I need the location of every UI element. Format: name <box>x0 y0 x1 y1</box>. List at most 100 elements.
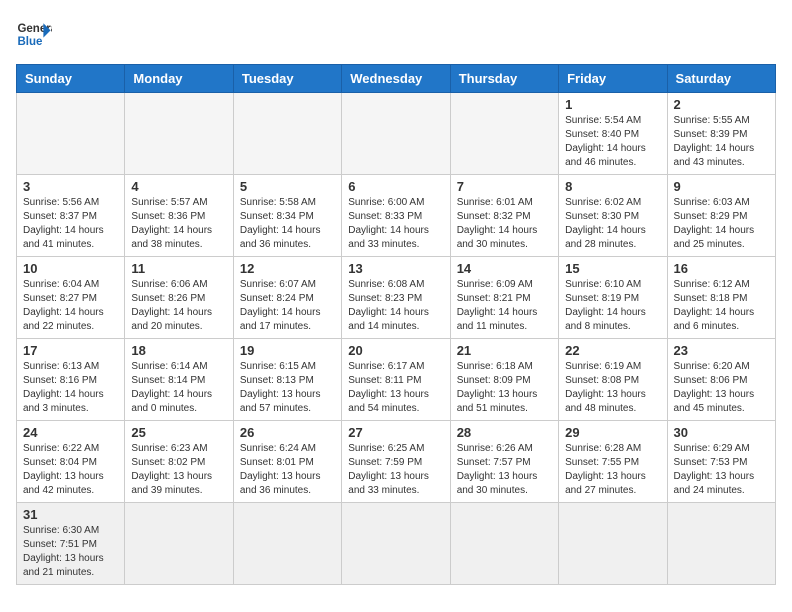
calendar-cell: 28 Sunrise: 6:26 AM Sunset: 7:57 PM Dayli… <box>450 421 558 503</box>
calendar-cell: 8 Sunrise: 6:02 AM Sunset: 8:30 PM Daylig… <box>559 175 667 257</box>
calendar-cell <box>233 503 341 585</box>
day-info: Sunrise: 6:01 AM Sunset: 8:32 PM Dayligh… <box>457 196 552 252</box>
calendar-cell: 21 Sunrise: 6:18 AM Sunset: 8:09 PM Dayli… <box>450 339 558 421</box>
logo-icon: General Blue <box>16 16 52 52</box>
weekday-header-monday: Monday <box>125 65 233 93</box>
calendar-cell: 25 Sunrise: 6:23 AM Sunset: 8:02 PM Dayli… <box>125 421 233 503</box>
day-info: Sunrise: 6:13 AM Sunset: 8:16 PM Dayligh… <box>23 360 118 416</box>
calendar-cell: 2 Sunrise: 5:55 AM Sunset: 8:39 PM Daylig… <box>667 93 775 175</box>
day-number: 9 <box>674 179 769 194</box>
calendar-cell: 17Sunrise: 6:13 AM Sunset: 8:16 PM Dayli… <box>17 339 125 421</box>
day-number: 19 <box>240 343 335 358</box>
day-info: Sunrise: 6:18 AM Sunset: 8:09 PM Dayligh… <box>457 360 552 416</box>
day-number: 18 <box>131 343 226 358</box>
day-number: 14 <box>457 261 552 276</box>
calendar-week-row: 3 Sunrise: 5:56 AM Sunset: 8:37 PM Daylig… <box>17 175 776 257</box>
day-number: 25 <box>131 425 226 440</box>
day-info: Sunrise: 6:28 AM Sunset: 7:55 PM Dayligh… <box>565 442 660 498</box>
calendar-cell: 4Sunrise: 5:57 AM Sunset: 8:36 PM Daylig… <box>125 175 233 257</box>
day-number: 23 <box>674 343 769 358</box>
calendar-cell: 11Sunrise: 6:06 AM Sunset: 8:26 PM Dayli… <box>125 257 233 339</box>
calendar-week-row: 31Sunrise: 6:30 AM Sunset: 7:51 PM Dayli… <box>17 503 776 585</box>
calendar-cell: 18Sunrise: 6:14 AM Sunset: 8:14 PM Dayli… <box>125 339 233 421</box>
calendar-cell <box>450 93 558 175</box>
day-number: 1 <box>565 97 660 112</box>
day-info: Sunrise: 6:22 AM Sunset: 8:04 PM Dayligh… <box>23 442 118 498</box>
day-number: 10 <box>23 261 118 276</box>
page-header: General Blue <box>16 16 776 52</box>
calendar-cell: 14 Sunrise: 6:09 AM Sunset: 8:21 PM Dayli… <box>450 257 558 339</box>
day-number: 26 <box>240 425 335 440</box>
calendar-cell: 30 Sunrise: 6:29 AM Sunset: 7:53 PM Dayli… <box>667 421 775 503</box>
day-number: 21 <box>457 343 552 358</box>
day-info: Sunrise: 5:58 AM Sunset: 8:34 PM Dayligh… <box>240 196 335 252</box>
day-info: Sunrise: 5:54 AM Sunset: 8:40 PM Dayligh… <box>565 114 660 170</box>
weekday-header-sunday: Sunday <box>17 65 125 93</box>
weekday-header-tuesday: Tuesday <box>233 65 341 93</box>
calendar-cell <box>17 93 125 175</box>
day-info: Sunrise: 6:08 AM Sunset: 8:23 PM Dayligh… <box>348 278 443 334</box>
svg-text:Blue: Blue <box>17 36 43 48</box>
weekday-header-wednesday: Wednesday <box>342 65 450 93</box>
day-number: 13 <box>348 261 443 276</box>
day-info: Sunrise: 6:02 AM Sunset: 8:30 PM Dayligh… <box>565 196 660 252</box>
day-info: Sunrise: 6:12 AM Sunset: 8:18 PM Dayligh… <box>674 278 769 334</box>
day-number: 29 <box>565 425 660 440</box>
day-info: Sunrise: 6:09 AM Sunset: 8:21 PM Dayligh… <box>457 278 552 334</box>
logo: General Blue <box>16 16 52 52</box>
day-number: 20 <box>348 343 443 358</box>
calendar-week-row: 1 Sunrise: 5:54 AM Sunset: 8:40 PM Daylig… <box>17 93 776 175</box>
day-number: 8 <box>565 179 660 194</box>
calendar-cell: 5Sunrise: 5:58 AM Sunset: 8:34 PM Daylig… <box>233 175 341 257</box>
day-info: Sunrise: 6:25 AM Sunset: 7:59 PM Dayligh… <box>348 442 443 498</box>
calendar-cell <box>233 93 341 175</box>
calendar-cell: 15Sunrise: 6:10 AM Sunset: 8:19 PM Dayli… <box>559 257 667 339</box>
calendar-cell: 9 Sunrise: 6:03 AM Sunset: 8:29 PM Daylig… <box>667 175 775 257</box>
day-number: 12 <box>240 261 335 276</box>
day-number: 4 <box>131 179 226 194</box>
day-info: Sunrise: 6:26 AM Sunset: 7:57 PM Dayligh… <box>457 442 552 498</box>
calendar-cell: 6 Sunrise: 6:00 AM Sunset: 8:33 PM Daylig… <box>342 175 450 257</box>
calendar-table: SundayMondayTuesdayWednesdayThursdayFrid… <box>16 64 776 585</box>
day-info: Sunrise: 6:04 AM Sunset: 8:27 PM Dayligh… <box>23 278 118 334</box>
day-number: 30 <box>674 425 769 440</box>
weekday-header-friday: Friday <box>559 65 667 93</box>
calendar-cell: 20Sunrise: 6:17 AM Sunset: 8:11 PM Dayli… <box>342 339 450 421</box>
day-info: Sunrise: 5:56 AM Sunset: 8:37 PM Dayligh… <box>23 196 118 252</box>
weekday-header-saturday: Saturday <box>667 65 775 93</box>
day-number: 6 <box>348 179 443 194</box>
calendar-week-row: 24 Sunrise: 6:22 AM Sunset: 8:04 PM Dayli… <box>17 421 776 503</box>
day-number: 3 <box>23 179 118 194</box>
day-info: Sunrise: 5:55 AM Sunset: 8:39 PM Dayligh… <box>674 114 769 170</box>
day-number: 28 <box>457 425 552 440</box>
day-info: Sunrise: 6:03 AM Sunset: 8:29 PM Dayligh… <box>674 196 769 252</box>
day-info: Sunrise: 6:24 AM Sunset: 8:01 PM Dayligh… <box>240 442 335 498</box>
day-number: 27 <box>348 425 443 440</box>
day-info: Sunrise: 6:00 AM Sunset: 8:33 PM Dayligh… <box>348 196 443 252</box>
calendar-cell <box>125 93 233 175</box>
calendar-cell: 31Sunrise: 6:30 AM Sunset: 7:51 PM Dayli… <box>17 503 125 585</box>
calendar-cell: 27 Sunrise: 6:25 AM Sunset: 7:59 PM Dayli… <box>342 421 450 503</box>
day-number: 2 <box>674 97 769 112</box>
calendar-cell <box>125 503 233 585</box>
calendar-cell: 7 Sunrise: 6:01 AM Sunset: 8:32 PM Daylig… <box>450 175 558 257</box>
calendar-week-row: 17Sunrise: 6:13 AM Sunset: 8:16 PM Dayli… <box>17 339 776 421</box>
day-info: Sunrise: 6:19 AM Sunset: 8:08 PM Dayligh… <box>565 360 660 416</box>
day-info: Sunrise: 6:29 AM Sunset: 7:53 PM Dayligh… <box>674 442 769 498</box>
calendar-cell: 19Sunrise: 6:15 AM Sunset: 8:13 PM Dayli… <box>233 339 341 421</box>
day-info: Sunrise: 6:30 AM Sunset: 7:51 PM Dayligh… <box>23 524 118 580</box>
day-info: Sunrise: 6:23 AM Sunset: 8:02 PM Dayligh… <box>131 442 226 498</box>
weekday-header-row: SundayMondayTuesdayWednesdayThursdayFrid… <box>17 65 776 93</box>
calendar-cell: 12 Sunrise: 6:07 AM Sunset: 8:24 PM Dayli… <box>233 257 341 339</box>
day-number: 22 <box>565 343 660 358</box>
calendar-cell <box>342 503 450 585</box>
day-info: Sunrise: 6:20 AM Sunset: 8:06 PM Dayligh… <box>674 360 769 416</box>
calendar-cell: 29 Sunrise: 6:28 AM Sunset: 7:55 PM Dayli… <box>559 421 667 503</box>
day-info: Sunrise: 6:07 AM Sunset: 8:24 PM Dayligh… <box>240 278 335 334</box>
day-number: 24 <box>23 425 118 440</box>
day-number: 15 <box>565 261 660 276</box>
day-number: 7 <box>457 179 552 194</box>
calendar-cell <box>667 503 775 585</box>
calendar-cell <box>450 503 558 585</box>
calendar-cell: 10 Sunrise: 6:04 AM Sunset: 8:27 PM Dayli… <box>17 257 125 339</box>
